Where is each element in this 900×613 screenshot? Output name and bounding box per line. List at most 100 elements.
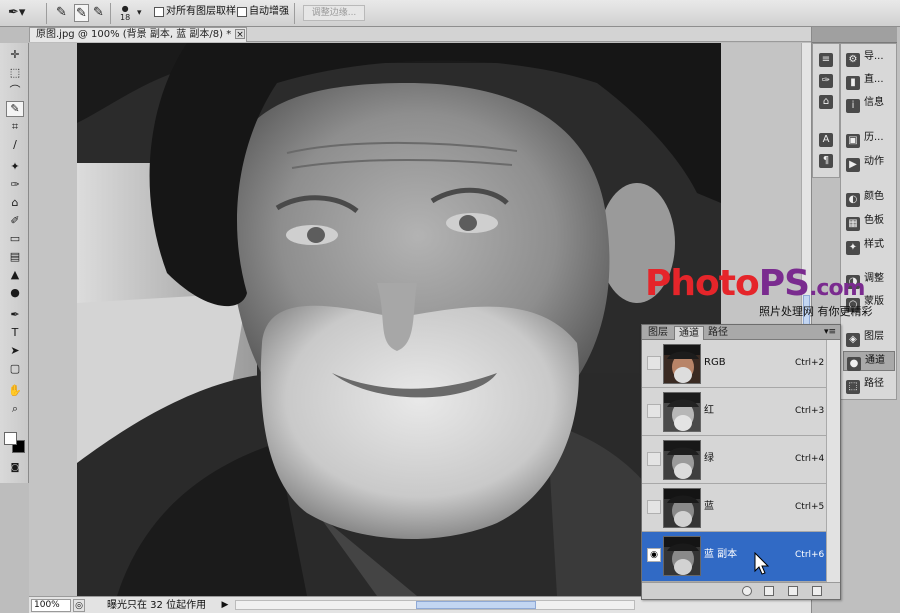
swatches-label: 色板 — [864, 215, 884, 226]
channels-panel-button[interactable]: ● 通道 — [843, 351, 895, 371]
separator — [110, 3, 111, 24]
dodge-tool-icon[interactable]: ● — [6, 285, 24, 301]
visibility-toggle[interactable] — [647, 404, 661, 418]
styles-label: 样式 — [864, 239, 884, 250]
quick-selection-tool-preset-icon[interactable]: ✒▾ — [8, 4, 25, 22]
channel-name: 绿 — [704, 453, 714, 464]
hand-tool-icon[interactable]: ✋ — [6, 383, 24, 399]
dock-header-left[interactable] — [812, 27, 840, 43]
color-icon: ◐ — [846, 193, 860, 207]
clone-source-glyph-icon: ⌂ — [819, 95, 833, 109]
color-label: 颜色 — [864, 191, 884, 202]
eyedropper-tool-icon[interactable]: ∕ — [6, 137, 24, 153]
path-selection-tool-icon[interactable]: ➤ — [6, 343, 24, 359]
marquee-tool-icon[interactable]: ⬚ — [6, 65, 24, 81]
channel-row-blue[interactable]: 蓝 Ctrl+5 — [642, 484, 826, 532]
channels-panel-footer — [642, 582, 840, 599]
layers-panel-button[interactable]: ◈ 图层 — [846, 330, 884, 347]
tool-presets-icon[interactable]: ≡ — [819, 50, 837, 67]
close-tab-icon[interactable]: × — [235, 29, 245, 40]
channel-row-blue-copy[interactable]: ◉ 蓝 副本 Ctrl+6 — [642, 532, 826, 582]
brush-picker[interactable]: ● 18 — [120, 4, 130, 22]
histogram-panel-button[interactable]: ▮ 直... — [846, 73, 884, 90]
new-selection-brush-icon[interactable]: ✎ — [56, 4, 67, 22]
channel-name: 蓝 — [704, 501, 714, 512]
history-brush-tool-icon[interactable]: ✐ — [6, 213, 24, 229]
subtract-from-selection-brush-icon[interactable]: ✎ — [93, 4, 104, 22]
add-to-selection-brush-icon[interactable]: ✎ — [74, 4, 89, 22]
brush-tool-icon[interactable]: ✑ — [6, 177, 24, 193]
visibility-eye-icon[interactable]: ◉ — [647, 548, 661, 562]
canvas-horizontal-scrollbar[interactable] — [235, 600, 635, 610]
load-channel-as-selection-icon[interactable] — [742, 586, 752, 596]
panel-menu-icon[interactable]: ▾≡ — [824, 326, 836, 339]
lasso-tool-icon[interactable]: ⌒ — [6, 83, 24, 99]
quick-selection-tool-icon[interactable]: ✎ — [6, 101, 24, 117]
paths-panel-button[interactable]: ⬚ 路径 — [846, 377, 884, 394]
logo-letter: P — [758, 263, 785, 304]
shape-tool-icon[interactable]: ▢ — [6, 361, 24, 377]
paragraph-icon[interactable]: ¶ — [819, 151, 837, 168]
swatches-panel-button[interactable]: ▦ 色板 — [846, 214, 884, 231]
color-panel-button[interactable]: ◐ 颜色 — [846, 190, 884, 207]
clone-source-icon[interactable]: ⌂ — [819, 92, 837, 109]
channel-thumbnail — [663, 344, 701, 384]
crop-tool-icon[interactable]: ⌗ — [6, 119, 24, 135]
save-selection-as-channel-icon[interactable] — [764, 586, 774, 596]
visibility-toggle[interactable] — [647, 500, 661, 514]
navigator-icon: ⚙ — [846, 53, 860, 67]
status-info-icon[interactable]: ◎ — [73, 599, 85, 612]
styles-panel-button[interactable]: ✦ 样式 — [846, 238, 884, 255]
navigator-panel-button[interactable]: ⚙ 导... — [846, 50, 884, 67]
logo-domain: .com — [809, 276, 865, 301]
channel-shortcut: Ctrl+2 — [795, 358, 825, 368]
auto-enhance-label: 自动增强 — [249, 6, 289, 17]
blur-tool-icon[interactable]: ▲ — [6, 267, 24, 283]
info-panel-button[interactable]: i 信息 — [846, 96, 884, 113]
channel-row-rgb[interactable]: RGB Ctrl+2 — [642, 340, 826, 388]
status-menu-arrow-icon[interactable]: ▶ — [219, 599, 231, 612]
clone-stamp-tool-icon[interactable]: ⌂ — [6, 195, 24, 211]
eraser-tool-icon[interactable]: ▭ — [6, 231, 24, 247]
info-label: 信息 — [864, 97, 884, 108]
separator — [294, 3, 295, 24]
brush-picker-chevron-icon[interactable]: ▾ — [137, 4, 142, 22]
channel-row-red[interactable]: 红 Ctrl+3 — [642, 388, 826, 436]
move-tool-icon[interactable]: ✛ — [6, 47, 24, 63]
healing-brush-tool-icon[interactable]: ✦ — [6, 159, 24, 175]
history-panel-button[interactable]: ▣ 历... — [846, 131, 884, 148]
document-tab[interactable]: 原图.jpg @ 100% (背景 副本, 蓝 副本/8) * — [29, 27, 247, 42]
gradient-tool-icon[interactable]: ▤ — [6, 249, 24, 265]
actions-panel-button[interactable]: ▶ 动作 — [846, 155, 884, 172]
zoom-tool-icon[interactable]: ⌕ — [6, 401, 24, 417]
auto-enhance-checkbox[interactable] — [237, 7, 247, 17]
dock-header-right[interactable] — [840, 27, 897, 43]
channel-thumbnail — [663, 392, 701, 432]
paragraph-glyph-icon: ¶ — [819, 154, 833, 168]
tab-channels[interactable]: 通道 — [674, 326, 704, 340]
type-tool-icon[interactable]: T — [6, 325, 24, 341]
tab-paths[interactable]: 路径 — [704, 326, 732, 340]
pen-tool-icon[interactable]: ✒ — [6, 307, 24, 323]
refine-edge-button[interactable]: 调整边缘... — [303, 5, 365, 21]
foreground-color-swatch[interactable] — [4, 432, 17, 445]
delete-channel-icon[interactable] — [812, 586, 822, 596]
toolbox: ✛ ⬚ ⌒ ✎ ⌗ ∕ ✦ ✑ ⌂ ✐ ▭ ▤ ▲ ● ✒ T ➤ ▢ ✋ ⌕ … — [0, 43, 29, 483]
character-icon[interactable]: A — [819, 130, 837, 147]
tab-layers[interactable]: 图层 — [644, 326, 672, 340]
channel-thumbnail — [663, 440, 701, 480]
quick-mask-icon[interactable]: ◙ — [6, 460, 24, 476]
new-channel-icon[interactable] — [788, 586, 798, 596]
portrait-photo[interactable] — [77, 43, 721, 596]
sample-all-layers-checkbox[interactable] — [154, 7, 164, 17]
options-bar: ✒▾ ✎ ✎ ✎ ● 18 ▾ 对所有图层取样 自动增强 调整边缘... — [0, 0, 900, 27]
brushes-glyph-icon: ✑ — [819, 74, 833, 88]
visibility-toggle[interactable] — [647, 452, 661, 466]
zoom-level-field[interactable]: 100% — [31, 599, 71, 612]
brushes-icon[interactable]: ✑ — [819, 71, 837, 88]
horizontal-scroll-thumb[interactable] — [416, 601, 536, 609]
channel-list-scrollbar[interactable] — [826, 340, 840, 582]
channel-shortcut: Ctrl+4 — [795, 454, 825, 464]
channel-row-green[interactable]: 绿 Ctrl+4 — [642, 436, 826, 484]
visibility-toggle[interactable] — [647, 356, 661, 370]
